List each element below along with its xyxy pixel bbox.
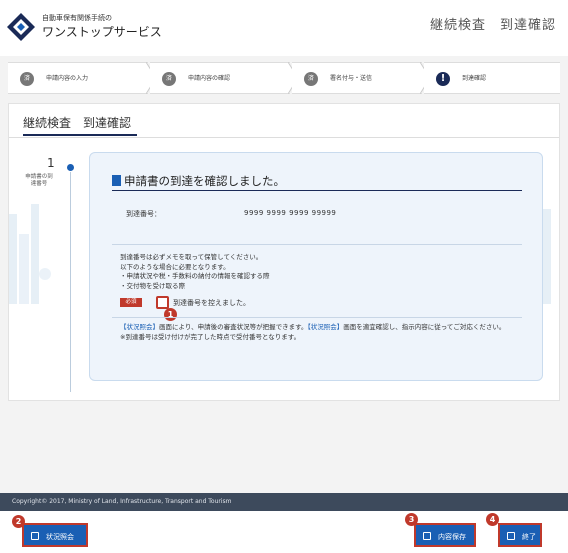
page-title: 継続検査 到達確認 xyxy=(429,18,556,33)
button-label: 終了 xyxy=(522,533,536,541)
annotation-badge: 2 xyxy=(12,515,25,528)
receipt-number: 9999 9999 9999 99999 xyxy=(244,209,337,217)
step-input: 済 申請内容の入力 xyxy=(8,62,148,94)
logo-subtitle: 自動車保有関係手続の xyxy=(42,14,112,22)
copyright-footer: Copyright© 2017, Ministry of Land, Infra… xyxy=(0,493,568,511)
annotation-badge: 4 xyxy=(486,513,499,526)
document-icon xyxy=(112,175,121,186)
result-card: 申請書の到達を確認しました。 到達番号： 9999 9999 9999 9999… xyxy=(89,152,543,381)
status-inquiry-button[interactable]: 状況照会 xyxy=(22,523,88,547)
step-current-icon: ! xyxy=(436,72,450,86)
note-line: ・申請状況や税・手数料の納付の情報を確認する際 xyxy=(120,272,270,280)
step-done-icon: 済 xyxy=(304,72,318,86)
main-panel: 継続検査 到達確認 1 申請書の到達番号 申請書の到達を確認しました。 到達番号… xyxy=(8,103,560,401)
step-done-icon: 済 xyxy=(20,72,34,86)
logo-icon xyxy=(7,13,35,41)
timeline-line xyxy=(70,172,71,392)
divider xyxy=(9,137,559,138)
note-line: 到達番号は必ずメモを取って保管してください。 xyxy=(120,253,263,261)
checkbox-label[interactable]: 到達番号を控えました。 xyxy=(173,298,250,308)
step-label: 申請内容の入力 xyxy=(46,75,89,82)
button-label: 内容保存 xyxy=(438,533,466,541)
save-icon xyxy=(423,532,431,540)
info-text: 【状況照会】画面により、申請後の審査状況等が把握できます。【状況照会】画面を適宜… xyxy=(120,323,520,342)
section-number: 1 xyxy=(47,156,55,170)
logo-title: ワンストップサービス xyxy=(42,25,162,39)
tab-underline xyxy=(23,134,137,136)
app-header: 自動車保有関係手続の ワンストップサービス 継続検査 到達確認 xyxy=(0,0,568,56)
info-sentence: 画面を適宜確認し、指示内容に従ってご対応ください。 xyxy=(343,323,506,331)
card-title: 申請書の到達を確認しました。 xyxy=(112,173,285,189)
step-arrival: ! 到達確認 xyxy=(424,62,560,94)
divider xyxy=(112,244,522,245)
action-bar: 状況照会 2 内容保存 3 終了 4 xyxy=(0,511,568,553)
step-label: 署名付与・送信 xyxy=(330,75,373,82)
step-sign: 済 署名付与・送信 xyxy=(292,62,422,94)
divider xyxy=(112,190,522,191)
step-label: 申請内容の確認 xyxy=(188,75,231,82)
timeline-dot xyxy=(67,164,74,171)
end-button[interactable]: 終了 xyxy=(498,523,542,547)
confirm-checkbox[interactable] xyxy=(156,296,169,309)
section-label: 申請書の到達番号 xyxy=(25,174,53,187)
notes-list: 到達番号は必ずメモを取って保管してください。 以下のような場合に必要となります。… xyxy=(120,253,270,291)
note-line: ・交付物を受け取る際 xyxy=(120,281,185,290)
button-label: 状況照会 xyxy=(46,533,74,541)
exit-icon xyxy=(507,532,515,540)
required-badge: 必須 xyxy=(120,298,142,307)
status-inquiry-link[interactable]: 【状況照会】 xyxy=(307,323,343,331)
step-label: 到達確認 xyxy=(462,75,487,82)
info-note: ※到達番号は受け付けが完了した時点で受付番号となります。 xyxy=(120,332,301,341)
note-line: 以下のような場合に必要となります。 xyxy=(120,262,230,271)
status-inquiry-link[interactable]: 【状況照会】 xyxy=(120,323,159,331)
card-title-text: 申請書の到達を確認しました。 xyxy=(124,174,285,188)
annotation-badge: 3 xyxy=(405,513,418,526)
annotation-badge: 1 xyxy=(164,308,177,321)
receipt-label: 到達番号： xyxy=(126,210,161,218)
step-confirm: 済 申請内容の確認 xyxy=(150,62,290,94)
save-content-button[interactable]: 内容保存 xyxy=(414,523,476,547)
progress-steps: 済 申請内容の入力 済 申請内容の確認 済 署名付与・送信 ! 到達確認 xyxy=(0,62,568,94)
info-sentence: 画面により、申請後の審査状況等が把握できます。 xyxy=(159,323,308,331)
step-done-icon: 済 xyxy=(162,72,176,86)
document-icon xyxy=(31,532,39,540)
divider xyxy=(112,317,522,318)
